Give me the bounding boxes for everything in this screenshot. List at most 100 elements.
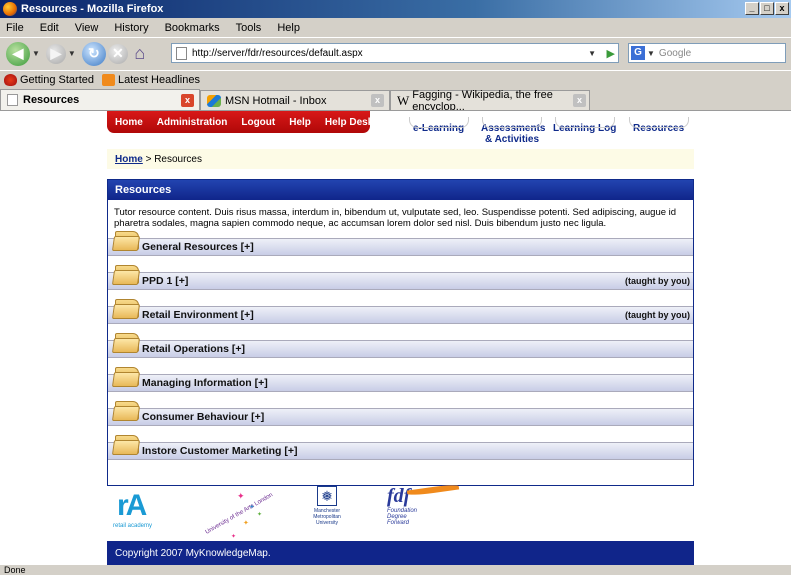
tab-label: Fagging - Wikipedia, the free encyclop..… xyxy=(412,88,553,113)
firefox-logo-icon xyxy=(3,2,17,16)
star-icon: ✦ xyxy=(243,520,249,527)
section-managing-information[interactable]: Managing Information [+] xyxy=(108,367,693,392)
close-tab-icon[interactable]: x xyxy=(181,93,194,107)
breadcrumb-current: > Resources xyxy=(142,153,202,165)
forward-history-dropdown-icon[interactable]: ▼ xyxy=(68,49,76,58)
menu-bookmarks[interactable]: Bookmarks xyxy=(163,22,222,34)
search-box[interactable]: G ▼ Google xyxy=(628,43,786,63)
tab-resources[interactable]: Resources x xyxy=(0,89,200,110)
section-name[interactable]: Managing Information [+] xyxy=(142,377,268,389)
page-viewport: Home Administration Logout Help Help Des… xyxy=(0,110,791,565)
firefox-bookmark-icon xyxy=(4,74,17,86)
breadcrumb: Home > Resources xyxy=(107,149,694,169)
menu-help[interactable]: Help xyxy=(275,22,302,34)
section-name[interactable]: PPD 1 [+] xyxy=(142,275,188,287)
google-engine-icon[interactable]: G xyxy=(631,46,645,60)
section-name[interactable]: General Resources [+] xyxy=(142,241,254,253)
menu-file[interactable]: File xyxy=(4,22,26,34)
panel-title: Resources xyxy=(108,180,693,200)
tab-learning-log[interactable]: Learning Log xyxy=(553,123,616,134)
ra-logo-mark: rA xyxy=(117,489,147,522)
bookmark-latest-headlines[interactable]: Latest Headlines xyxy=(102,74,200,86)
partner-logos: rA retail academy ✦ ✦ ✦ ✦ ✦ University o… xyxy=(107,481,507,541)
mmu-logo[interactable]: ❅ Manchester Metropolitan University xyxy=(307,486,347,536)
tab-msn-hotmail[interactable]: MSN Hotmail - Inbox x xyxy=(200,90,390,110)
status-bar: Done xyxy=(4,565,26,575)
folder-icon xyxy=(111,263,141,286)
section-note: (taught by you) xyxy=(625,310,690,320)
nav-home-link[interactable]: Home xyxy=(115,117,143,128)
minimize-button[interactable]: _ xyxy=(745,2,759,15)
page-footer: Copyright 2007 MyKnowledgeMap. xyxy=(107,541,694,565)
tab-label: MSN Hotmail - Inbox xyxy=(225,94,327,107)
address-bar[interactable]: http://server/fdr/resources/default.aspx… xyxy=(171,43,619,63)
bookmark-label: Latest Headlines xyxy=(118,74,200,86)
bookmark-label: Getting Started xyxy=(20,74,94,86)
menu-edit[interactable]: Edit xyxy=(38,22,61,34)
nav-help-link[interactable]: Help xyxy=(289,117,311,128)
back-history-dropdown-icon[interactable]: ▼ xyxy=(32,49,40,58)
ra-logo-text: retail academy xyxy=(113,523,153,529)
menu-view[interactable]: View xyxy=(73,22,101,34)
tab-label: Resources xyxy=(23,94,80,106)
fdf-logo-subtitle: Foundation Degree Forward xyxy=(387,508,418,526)
star-icon: ✦ xyxy=(257,512,263,518)
tab-assessments-activities[interactable]: Assessments & Activities xyxy=(481,123,545,145)
msn-butterfly-icon xyxy=(207,94,221,107)
nav-administration-link[interactable]: Administration xyxy=(157,117,228,128)
nav-help-desk-link[interactable]: Help Desk xyxy=(325,117,373,128)
mmu-crest-icon: ❅ xyxy=(317,486,337,506)
stop-icon[interactable]: ✕ xyxy=(107,43,128,64)
folder-icon xyxy=(111,433,141,456)
search-placeholder: Google xyxy=(658,47,692,59)
back-icon[interactable]: ◀ xyxy=(6,41,30,66)
wikipedia-icon: W xyxy=(397,92,410,108)
section-note: (taught by you) xyxy=(625,276,690,286)
bookmarks-toolbar: Getting Started Latest Headlines xyxy=(0,70,791,89)
panel-description: Tutor resource content. Duis risus massa… xyxy=(114,207,677,229)
close-tab-icon[interactable]: x xyxy=(371,94,384,107)
fdf-logo[interactable]: fdf Foundation Degree Forward xyxy=(387,483,467,537)
folder-icon xyxy=(111,229,141,252)
menu-history[interactable]: History xyxy=(112,22,150,34)
site-top-nav: Home Administration Logout Help Help Des… xyxy=(107,111,373,133)
search-engine-dropdown-icon[interactable]: ▼ xyxy=(647,49,655,58)
navigation-toolbar: ◀ ▼ ▶ ▼ ↻ ✕ ⌂ http://server/fdr/resource… xyxy=(0,37,791,69)
section-name[interactable]: Consumer Behaviour [+] xyxy=(142,411,264,423)
folder-icon xyxy=(111,331,141,354)
tab-strip: Resources x MSN Hotmail - Inbox x W Fagg… xyxy=(0,88,791,113)
section-retail-operations[interactable]: Retail Operations [+] xyxy=(108,333,693,358)
tab-e-learning[interactable]: e-Learning xyxy=(413,123,464,134)
retail-academy-logo[interactable]: rA retail academy xyxy=(113,489,159,533)
tab-wikipedia[interactable]: W Fagging - Wikipedia, the free encyclop… xyxy=(390,88,590,113)
ual-logo[interactable]: ✦ ✦ ✦ ✦ ✦ University of the Arts London xyxy=(197,489,274,540)
section-name[interactable]: Retail Environment [+] xyxy=(142,309,254,321)
section-retail-environment[interactable]: Retail Environment [+] (taught by you) xyxy=(108,299,693,324)
folder-icon xyxy=(111,365,141,388)
reload-icon[interactable]: ↻ xyxy=(81,41,106,66)
bookmark-getting-started[interactable]: Getting Started xyxy=(4,74,94,86)
page-icon xyxy=(7,94,18,106)
star-icon: ✦ xyxy=(237,491,245,501)
window-title-bar: Resources - Mozilla Firefox _ □ x xyxy=(0,0,791,18)
section-instore-customer-marketing[interactable]: Instore Customer Marketing [+] xyxy=(108,435,693,460)
section-ppd-1[interactable]: PPD 1 [+] (taught by you) xyxy=(108,265,693,290)
breadcrumb-home-link[interactable]: Home xyxy=(115,154,143,165)
go-icon[interactable]: ▶ xyxy=(607,47,615,60)
tab-resources-site[interactable]: Resources xyxy=(633,123,684,134)
rss-icon xyxy=(102,74,115,86)
section-consumer-behaviour[interactable]: Consumer Behaviour [+] xyxy=(108,401,693,426)
forward-icon[interactable]: ▶ xyxy=(45,43,66,64)
window-title: Resources - Mozilla Firefox xyxy=(21,3,164,15)
home-icon[interactable]: ⌂ xyxy=(130,43,150,64)
menu-tools[interactable]: Tools xyxy=(234,22,264,34)
section-name[interactable]: Instore Customer Marketing [+] xyxy=(142,445,298,457)
section-name[interactable]: Retail Operations [+] xyxy=(142,343,245,355)
url-dropdown-icon[interactable]: ▼ xyxy=(588,49,596,58)
close-tab-icon[interactable]: x xyxy=(573,94,586,107)
close-window-button[interactable]: x xyxy=(775,2,789,15)
maximize-button[interactable]: □ xyxy=(760,2,774,15)
section-general-resources[interactable]: General Resources [+] xyxy=(108,231,693,256)
url-text: http://server/fdr/resources/default.aspx xyxy=(192,47,363,59)
nav-logout-link[interactable]: Logout xyxy=(241,117,275,128)
